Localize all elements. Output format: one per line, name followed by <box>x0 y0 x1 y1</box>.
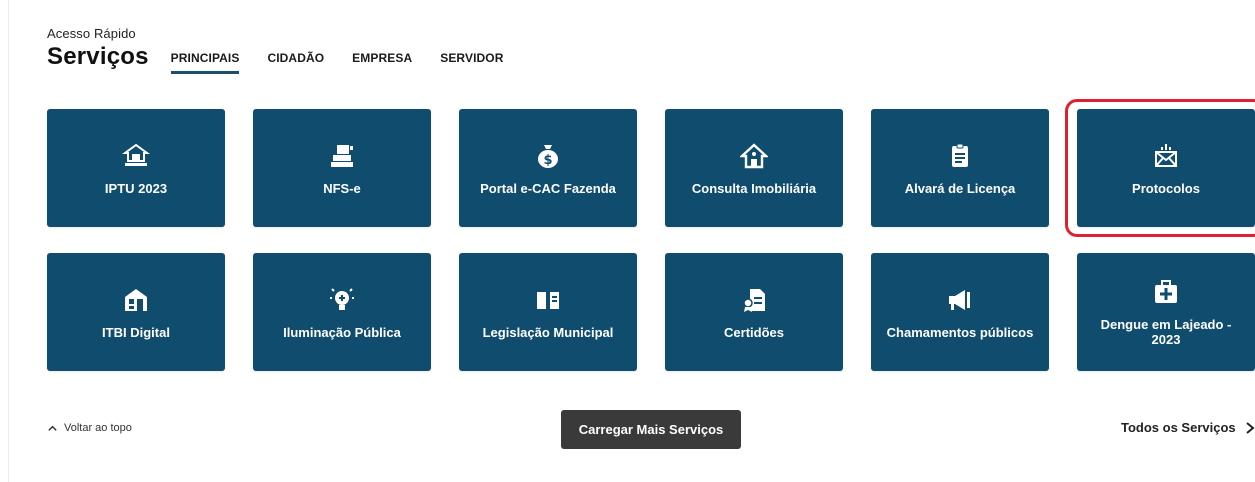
chevron-right-icon <box>1246 421 1255 434</box>
service-label: Certidões <box>724 324 784 340</box>
all-services-link[interactable]: Todos os Serviços <box>1121 420 1255 435</box>
service-label: Consulta Imobiliária <box>691 180 817 196</box>
house-document-icon <box>121 141 151 171</box>
load-more-services-button[interactable]: Carregar Mais Serviços <box>561 410 741 449</box>
highlight-outline <box>1065 99 1255 237</box>
service-card-iluminacao[interactable]: Iluminação Pública <box>253 253 431 371</box>
tab-empresa[interactable]: EMPRESA <box>352 51 412 65</box>
book-icon <box>533 285 563 315</box>
page-title: Serviços <box>47 43 149 70</box>
service-card-consulta[interactable]: Consulta Imobiliária <box>665 109 843 227</box>
title-row: Serviços PRINCIPAIS CIDADÃO EMPRESA SERV… <box>47 42 532 74</box>
service-card-ecac[interactable]: $ Portal e-CAC Fazenda <box>459 109 637 227</box>
service-label: Alvará de Licença <box>904 180 1016 196</box>
service-label: IPTU 2023 <box>104 180 168 196</box>
service-card-certidoes[interactable]: Certidões <box>665 253 843 371</box>
back-to-top-link[interactable]: Voltar ao topo <box>47 422 132 434</box>
tab-servidor[interactable]: SERVIDOR <box>440 51 503 65</box>
service-card-alvara[interactable]: Alvará de Licença <box>871 109 1049 227</box>
svg-text:$: $ <box>543 153 552 168</box>
invoice-machine-icon <box>327 141 357 171</box>
service-label: Chamamentos públicos <box>886 324 1034 340</box>
service-card-nfse[interactable]: NFS-e <box>253 109 431 227</box>
tab-principais[interactable]: PRINCIPAIS <box>170 51 240 74</box>
back-to-top-label: Voltar ao topo <box>64 422 132 434</box>
service-label: NFS-e <box>323 180 361 196</box>
tab-cidadao[interactable]: CIDADÃO <box>267 51 324 65</box>
service-card-dengue[interactable]: Dengue em Lajeado - 2023 <box>1077 253 1255 371</box>
building-transfer-icon <box>121 285 151 315</box>
service-label: ITBI Digital <box>102 324 170 340</box>
service-label: Legislação Municipal <box>482 324 614 340</box>
section-pretitle: Acesso Rápido <box>47 26 136 41</box>
home-icon <box>739 141 769 171</box>
category-tabs: PRINCIPAIS CIDADÃO EMPRESA SERVIDOR <box>170 51 532 74</box>
service-card-iptu[interactable]: IPTU 2023 <box>47 109 225 227</box>
all-services-label: Todos os Serviços <box>1121 420 1236 435</box>
service-card-legislacao[interactable]: Legislação Municipal <box>459 253 637 371</box>
lightbulb-icon <box>327 285 357 315</box>
clipboard-icon <box>945 141 975 171</box>
medical-kit-icon <box>1151 277 1181 307</box>
service-card-chamamentos[interactable]: Chamamentos públicos <box>871 253 1049 371</box>
services-footer: Voltar ao topo Carregar Mais Serviços To… <box>0 408 1255 450</box>
service-label: Portal e-CAC Fazenda <box>480 180 616 196</box>
service-card-itbi[interactable]: ITBI Digital <box>47 253 225 371</box>
services-header: Acesso Rápido Serviços PRINCIPAIS CIDADÃ… <box>47 26 532 74</box>
megaphone-icon <box>945 285 975 315</box>
service-label: Iluminação Pública <box>283 324 401 340</box>
money-bag-icon: $ <box>533 141 563 171</box>
certificate-icon <box>739 285 769 315</box>
service-label: Dengue em Lajeado - 2023 <box>1100 317 1232 347</box>
chevron-up-icon <box>48 425 57 431</box>
